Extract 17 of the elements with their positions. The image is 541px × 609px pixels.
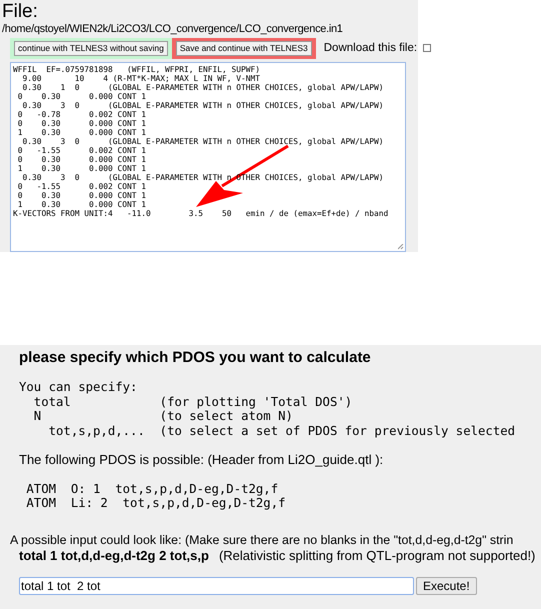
pdos-input-field[interactable]: total 1 tot 2 tot <box>19 576 414 594</box>
action-button[interactable]: continue with TELNES3 without saving <box>14 40 168 56</box>
execute-button[interactable]: Execute! <box>416 576 477 594</box>
example-hint: A possible input could look like: (Make sure there are no blanks in the "tot,d,d-eg,d-t2g" strin <box>10 532 514 548</box>
download-label: Download this file: <box>324 40 418 56</box>
file-editor[interactable] <box>10 62 406 252</box>
download-checkbox[interactable] <box>423 44 432 52</box>
atom-list: ATOM O: 1 tot,s,p,d,D-eg,D-t2g,f ATOM Li: 2 tot,s,p,d,D-eg,D-t2g,f <box>19 482 286 510</box>
example-note: (Relativistic splitting from QTL-program not supported!) <box>218 548 536 562</box>
file-label: File: <box>2 2 38 22</box>
resize-grip-icon[interactable] <box>398 244 404 250</box>
example-text: total 1 tot,d,d-eg,d-t2g 2 tot,s,p <box>19 548 209 562</box>
pdos-heading: please specify which PDOS you want to calculate <box>19 349 371 367</box>
file-path: /home/qstoyel/WIEN2k/Li2CO3/LCO_convergence/LCO_convergence.in1 <box>2 23 343 36</box>
possible-pdos-label: The following PDOS is possible: (Header from Li2O_guide.qtl ): <box>19 451 384 469</box>
action-button[interactable]: Save and continue with TELNES3 <box>176 40 312 56</box>
usage-text: You can specify: total (for plotting 'Total DOS') N (to select atom N) tot,s,p,d,... (to select a set of PDOS for previously selected <box>19 380 516 438</box>
